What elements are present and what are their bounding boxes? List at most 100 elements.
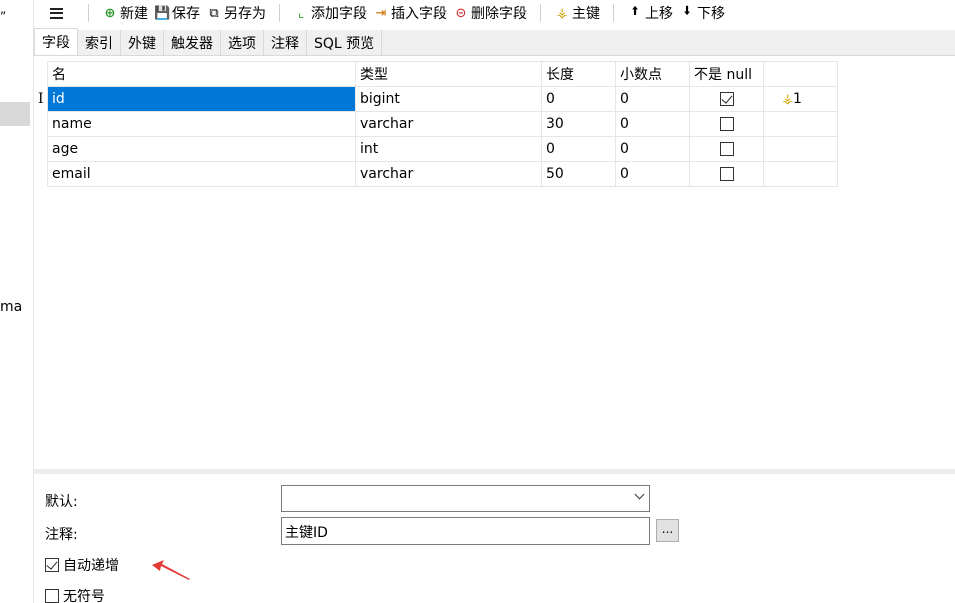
table-row[interactable]: id bigint 0 0 ⚶1 [47,86,838,112]
cell-type[interactable]: bigint [355,86,542,112]
comment-browse-button[interactable]: ... [656,519,679,542]
cell-key[interactable] [763,161,838,187]
not-null-checkbox[interactable] [719,167,734,181]
auto-increment-checkbox[interactable] [45,558,59,572]
cell-length[interactable]: 0 [541,86,616,112]
cell-not-null [689,136,764,162]
header-type[interactable]: 类型 [355,61,542,87]
comment-input[interactable]: 主键ID [281,517,650,545]
unsigned-option[interactable]: 无符号 [45,586,105,603]
key-icon: ⚶ [782,92,794,107]
cell-not-null [689,161,764,187]
tab-indexes[interactable]: 索引 [78,30,121,55]
header-not-null[interactable]: 不是 null [689,61,764,87]
table-row[interactable]: name varchar 30 0 [47,111,838,137]
header-length[interactable]: 长度 [541,61,616,87]
cell-key: ⚶1 [763,86,838,112]
add-field-button[interactable]: ⌞ 添加字段 [290,2,370,24]
toolbar-separator [279,4,280,22]
save-as-icon: ⧉ [209,5,219,21]
tab-fields[interactable]: 字段 [34,28,78,55]
unsigned-label: 无符号 [63,589,105,603]
save-as-button[interactable]: ⧉ 另存为 [203,2,269,24]
cell-decimals[interactable]: 0 [615,111,690,137]
tab-triggers[interactable]: 触发器 [164,30,221,55]
key-icon: ⚶ [556,5,568,21]
new-icon: ⊕ [104,5,116,21]
cell-name[interactable]: name [47,111,356,137]
move-down-button[interactable]: 🠫 下移 [676,2,728,24]
cell-type[interactable]: int [355,136,542,162]
menu-icon [49,7,63,19]
fields-grid-area: I 名 类型 长度 小数点 不是 null id bigint 0 0 ⚶1 n… [34,57,955,469]
tab-bar: 字段 索引 外键 触发器 选项 注释 SQL 预览 [34,28,955,56]
save-as-label: 另存为 [224,6,266,22]
toolbar-separator [88,4,89,22]
tab-foreign-keys[interactable]: 外键 [121,30,164,55]
toolbar-separator [540,4,541,22]
tab-sql-preview[interactable]: SQL 预览 [307,30,383,55]
header-key[interactable] [763,61,838,87]
cell-length[interactable]: 30 [541,111,616,137]
save-button[interactable]: 💾 保存 [151,2,203,24]
cell-length[interactable]: 0 [541,136,616,162]
insert-field-icon: ⇥ [375,5,387,21]
primary-key-label: 主键 [572,6,600,22]
toolbar: ⊕ 新建 💾 保存 ⧉ 另存为 ⌞ 添加字段 ⇥ 插入字段 ⊝ 删除字段 ⚶ 主… [34,0,955,26]
not-null-checkbox[interactable] [719,142,734,156]
text-cursor-icon: I [38,91,44,107]
add-field-label: 添加字段 [311,6,367,22]
grid-header-row: 名 类型 长度 小数点 不是 null [47,61,838,87]
save-label: 保存 [172,6,200,22]
arrow-up-icon: 🠩 [631,4,639,19]
delete-field-button[interactable]: ⊝ 删除字段 [450,2,530,24]
header-decimals[interactable]: 小数点 [615,61,690,87]
menu-button[interactable] [34,2,78,24]
table-row[interactable]: age int 0 0 [47,136,838,162]
cell-key[interactable] [763,136,838,162]
cell-name[interactable]: age [47,136,356,162]
header-name[interactable]: 名 [47,61,356,87]
toolbar-separator [613,4,614,22]
cell-type[interactable]: varchar [355,161,542,187]
tab-options[interactable]: 选项 [221,30,264,55]
cell-not-null [689,111,764,137]
field-properties-panel: 默认: 注释: 主键ID ... 自动递增 无符号 [34,474,955,603]
move-up-label: 上移 [645,6,673,22]
cell-length[interactable]: 50 [541,161,616,187]
comment-label: 注释: [45,527,78,543]
not-null-checkbox[interactable] [719,117,734,131]
delete-field-icon: ⊝ [455,5,467,21]
insert-field-label: 插入字段 [391,6,447,22]
not-null-checkbox[interactable] [719,92,734,106]
left-panel-fragment-mark: „ [0,2,7,16]
add-field-icon: ⌞ [297,5,305,21]
cell-type[interactable]: varchar [355,111,542,137]
cell-name[interactable]: id [47,86,356,112]
annotation-arrow-icon [152,560,190,580]
cell-decimals[interactable]: 0 [615,161,690,187]
left-panel: „ ma [0,0,33,603]
delete-field-label: 删除字段 [471,6,527,22]
cell-decimals[interactable]: 0 [615,86,690,112]
tab-comment[interactable]: 注释 [264,30,307,55]
cell-key[interactable] [763,111,838,137]
cell-name[interactable]: email [47,161,356,187]
left-panel-fragment-text: ma [0,299,23,315]
default-select[interactable] [281,485,650,512]
cell-decimals[interactable]: 0 [615,136,690,162]
left-panel-selected-item[interactable] [0,102,30,126]
move-down-label: 下移 [697,6,725,22]
table-row[interactable]: email varchar 50 0 [47,161,838,187]
new-button[interactable]: ⊕ 新建 [99,2,151,24]
new-label: 新建 [120,6,148,22]
primary-key-button[interactable]: ⚶ 主键 [551,2,603,24]
key-order: 1 [793,91,802,107]
move-up-button[interactable]: 🠩 上移 [624,2,676,24]
insert-field-button[interactable]: ⇥ 插入字段 [370,2,450,24]
unsigned-checkbox[interactable] [45,589,59,603]
save-icon: 💾 [154,5,171,21]
fields-grid: 名 类型 长度 小数点 不是 null id bigint 0 0 ⚶1 nam… [47,61,838,187]
cell-not-null [689,86,764,112]
auto-increment-option[interactable]: 自动递增 [45,555,119,575]
